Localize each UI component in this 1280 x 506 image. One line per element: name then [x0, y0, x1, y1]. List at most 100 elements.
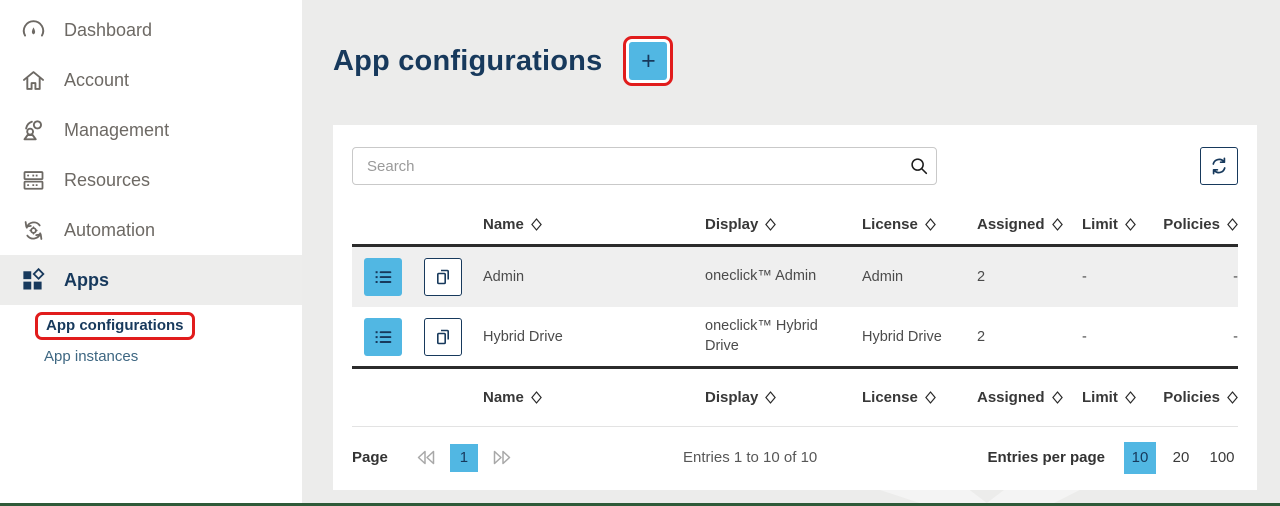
search-input[interactable] — [353, 158, 902, 175]
search-icon[interactable] — [902, 155, 936, 177]
subnav-item-label: App configurations — [46, 317, 184, 334]
column-header-policies[interactable]: Policies — [1155, 216, 1238, 233]
column-header-display[interactable]: Display — [705, 216, 862, 233]
cell-limit: - — [1082, 269, 1155, 285]
cell-name: Hybrid Drive — [483, 329, 705, 345]
copy-icon — [431, 325, 455, 349]
copy-icon — [431, 265, 455, 289]
entries-per-page: Entries per page 10 20 100 — [987, 442, 1238, 474]
entries-per-page-label: Entries per page — [987, 449, 1105, 466]
page-title: App configurations — [333, 45, 602, 78]
copy-button[interactable] — [424, 258, 462, 296]
configurations-card: Name Display License Assigned Limit — [333, 125, 1257, 490]
sync-icon — [1207, 154, 1231, 178]
entries-info: Entries 1 to 10 of 10 — [513, 449, 988, 466]
sidebar-item-resources[interactable]: Resources — [0, 155, 302, 205]
cell-license: Admin — [862, 269, 977, 285]
sort-diamond-icon — [925, 391, 936, 404]
sidebar-item-label: Automation — [64, 220, 155, 241]
sort-diamond-icon — [531, 218, 542, 231]
sort-diamond-icon — [1052, 218, 1063, 231]
sidebar-item-label: Account — [64, 70, 129, 91]
details-list-button[interactable] — [364, 318, 402, 356]
add-configuration-button[interactable]: + — [629, 42, 667, 80]
column-header-limit[interactable]: Limit — [1082, 216, 1155, 233]
row-actions — [352, 258, 483, 296]
list-details-icon — [371, 265, 395, 289]
double-chevron-left-icon — [415, 449, 437, 466]
sidebar-item-label: Management — [64, 120, 169, 141]
details-list-button[interactable] — [364, 258, 402, 296]
sort-diamond-icon — [925, 218, 936, 231]
sidebar-item-dashboard[interactable]: Dashboard — [0, 5, 302, 55]
server-icon — [20, 167, 47, 194]
sidebar-subitem-app-configurations[interactable]: App configurations — [0, 311, 302, 341]
card-toolbar — [352, 147, 1238, 185]
sidebar: Dashboard Account Management — [0, 0, 302, 503]
page-size-option-10[interactable]: 10 — [1124, 442, 1156, 474]
column-header-display[interactable]: Display — [705, 389, 862, 406]
table-footer: Page 1 Entries 1 to 10 of 10 Ent — [352, 427, 1238, 488]
current-page-button[interactable]: 1 — [450, 444, 478, 472]
page-header: App configurations + — [333, 36, 673, 86]
row-actions — [352, 318, 483, 356]
table-row: Admin oneclick™ Admin Admin 2 - - — [352, 247, 1238, 307]
sidebar-item-label: Dashboard — [64, 20, 152, 41]
home-icon — [20, 67, 47, 94]
sidebar-item-label: Apps — [64, 270, 109, 291]
page-size-option-100[interactable]: 100 — [1206, 442, 1238, 474]
sidebar-item-management[interactable]: Management — [0, 105, 302, 155]
main-content: App configurations + — [302, 0, 1280, 503]
red-annotation-outline: + — [623, 36, 673, 86]
cell-assigned: 2 — [977, 269, 1082, 285]
plus-icon: + — [641, 47, 656, 76]
table-row: Hybrid Drive oneclick™ Hybrid Drive Hybr… — [352, 307, 1238, 369]
cell-license: Hybrid Drive — [862, 329, 977, 345]
column-header-limit[interactable]: Limit — [1082, 389, 1155, 406]
users-icon — [20, 117, 47, 144]
double-chevron-right-icon — [491, 449, 513, 466]
cell-display: oneclick™ Admin — [705, 267, 862, 287]
page-size-option-20[interactable]: 20 — [1165, 442, 1197, 474]
red-annotation-outline: App configurations — [35, 312, 195, 340]
cell-assigned: 2 — [977, 329, 1082, 345]
column-header-name[interactable]: Name — [483, 389, 705, 406]
sort-diamond-icon — [765, 218, 776, 231]
column-header-policies[interactable]: Policies — [1155, 389, 1238, 406]
subnav-item-label: App instances — [44, 348, 138, 365]
apps-subnav: App configurations App instances — [0, 305, 302, 371]
column-header-license[interactable]: License — [862, 389, 977, 406]
gauge-icon — [20, 17, 47, 44]
next-page-button[interactable] — [491, 449, 513, 466]
sort-diamond-icon — [1052, 391, 1063, 404]
column-header-assigned[interactable]: Assigned — [977, 389, 1082, 406]
table-header-row: Name Display License Assigned Limit — [352, 205, 1238, 247]
column-header-assigned[interactable]: Assigned — [977, 216, 1082, 233]
sort-diamond-icon — [1227, 218, 1238, 231]
apps-grid-icon — [20, 267, 47, 294]
sidebar-item-apps[interactable]: Apps — [0, 255, 302, 305]
automation-sync-icon — [20, 217, 47, 244]
refresh-button[interactable] — [1200, 147, 1238, 185]
cell-limit: - — [1082, 329, 1155, 345]
configurations-table: Name Display License Assigned Limit — [352, 205, 1238, 427]
sidebar-item-account[interactable]: Account — [0, 55, 302, 105]
sort-diamond-icon — [1125, 218, 1136, 231]
previous-page-button[interactable] — [415, 449, 437, 466]
page-label: Page — [352, 449, 388, 466]
column-header-license[interactable]: License — [862, 216, 977, 233]
sidebar-subitem-app-instances[interactable]: App instances — [0, 341, 302, 371]
cell-name: Admin — [483, 269, 705, 285]
pagination: Page 1 — [352, 444, 513, 472]
column-header-name[interactable]: Name — [483, 216, 705, 233]
sidebar-item-automation[interactable]: Automation — [0, 205, 302, 255]
list-details-icon — [371, 325, 395, 349]
table-footer-header-row: Name Display License Assigned Limit — [352, 369, 1238, 427]
sort-diamond-icon — [531, 391, 542, 404]
sidebar-item-label: Resources — [64, 170, 150, 191]
search-box — [352, 147, 937, 185]
sort-diamond-icon — [1227, 391, 1238, 404]
copy-button[interactable] — [424, 318, 462, 356]
sort-diamond-icon — [765, 391, 776, 404]
cell-policies: - — [1155, 269, 1238, 285]
